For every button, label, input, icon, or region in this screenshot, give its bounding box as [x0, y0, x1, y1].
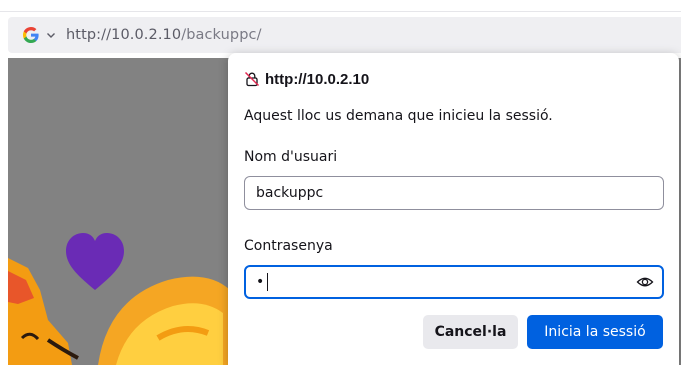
- password-input[interactable]: •: [244, 265, 664, 299]
- username-input[interactable]: backuppc: [244, 176, 664, 210]
- dialog-buttons: Cancel·la Inicia la sessió: [423, 315, 663, 349]
- username-label: Nom d'usuari: [244, 149, 338, 165]
- dialog-header: http://10.0.2.10: [244, 69, 663, 89]
- cancel-button[interactable]: Cancel·la: [423, 315, 518, 349]
- url-text[interactable]: http://10.0.2.10/backuppc/: [66, 27, 262, 43]
- password-label: Contrasenya: [244, 238, 333, 254]
- show-password-eye-icon[interactable]: [636, 274, 654, 290]
- login-button[interactable]: Inicia la sessió: [527, 315, 663, 349]
- chevron-down-icon[interactable]: [46, 29, 58, 41]
- dialog-message: Aquest lloc us demana que inicieu la ses…: [244, 108, 553, 124]
- address-bar[interactable]: http://10.0.2.10/backuppc/: [8, 17, 681, 53]
- password-value: •: [256, 274, 265, 290]
- toolbar-strip: [0, 0, 681, 12]
- insecure-lock-icon: [244, 71, 260, 87]
- dialog-title: http://10.0.2.10: [265, 70, 370, 88]
- url-path: /backuppc/: [181, 27, 262, 43]
- google-icon[interactable]: [22, 26, 40, 44]
- login-dialog: http://10.0.2.10 Aquest lloc us demana q…: [228, 53, 679, 365]
- username-value: backuppc: [256, 185, 324, 201]
- url-host: http://10.0.2.10: [66, 27, 182, 43]
- text-caret: [267, 273, 269, 291]
